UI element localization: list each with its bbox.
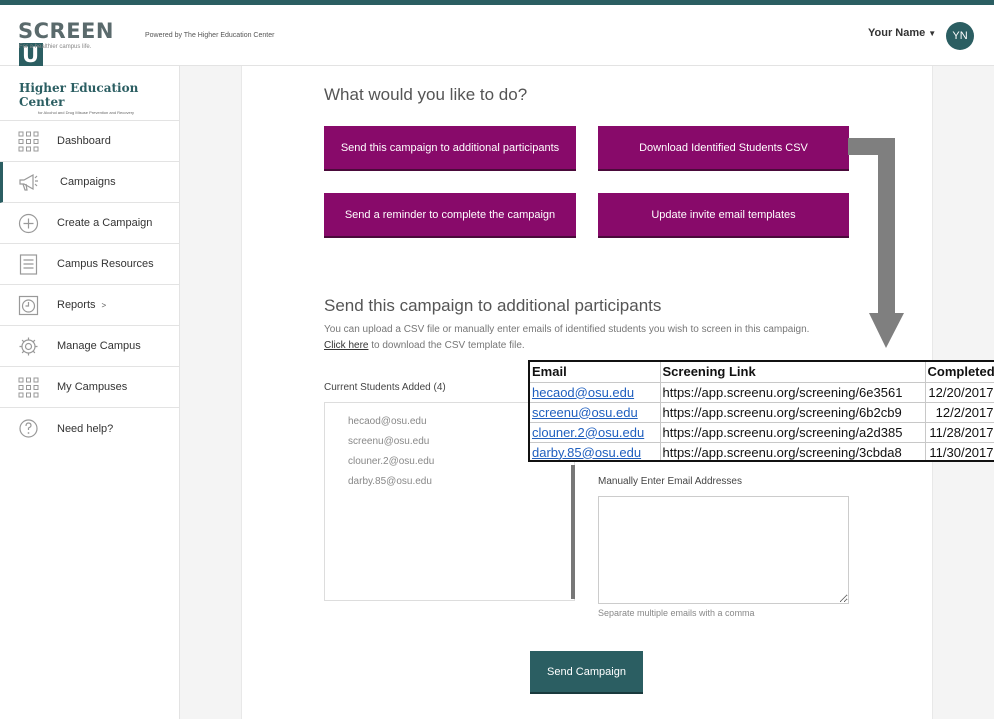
csv-template-link[interactable]: Click here [324,340,368,351]
plus-circle-icon [18,213,39,234]
link-cell: https://app.screenu.org/screening/a2d385 [660,422,926,443]
grid-icon [18,377,39,398]
list-item: darby.85@osu.edu [348,476,432,487]
sidebar-item-label: Campus Resources [57,258,154,270]
brand-name: Higher Education Center [19,81,139,109]
sidebar-item-label: Create a Campaign [57,217,153,229]
link-cell: https://app.screenu.org/screening/3cbda8 [660,442,926,460]
column-header: Completed [925,362,994,383]
logo-text: SCREENU [18,19,114,67]
caret-down-icon: ▼ [928,29,937,38]
table-row: hecaod@osu.edu https://app.screenu.org/s… [530,382,994,403]
csv-preview-table: Email Screening Link Completed hecaod@os… [528,360,994,462]
column-header: Email [530,362,661,383]
table-row: clouner.2@osu.edu https://app.screenu.or… [530,422,994,443]
send-reminder-button[interactable]: Send a reminder to complete the campaign [324,193,576,238]
date-cell: 12/2/2017 [925,402,994,423]
sidebar-item-my-campuses[interactable]: My Campuses [0,367,179,408]
chevron-right-icon: > [101,301,107,310]
date-cell: 12/20/2017 [925,382,994,403]
logo-tagline: For a healthier campus life. [19,44,92,50]
manual-email-field[interactable] [598,496,849,604]
sidebar-item-manage-campus[interactable]: Manage Campus [0,326,179,367]
user-menu[interactable]: Your Name ▼ [868,27,936,39]
sidebar-item-label: Need help? [57,422,114,435]
user-name: Your Name [868,27,926,39]
sidebar-item-campaigns[interactable]: Campaigns [0,162,179,203]
sidebar-item-reports[interactable]: Reports > [0,285,179,326]
brand-subtitle: for Alcohol and Drug Misuse Prevention a… [38,110,135,115]
gear-icon [19,337,38,356]
clock-icon [18,295,39,316]
sidebar-item-create-campaign[interactable]: Create a Campaign [0,203,179,244]
email-help-text: Separate multiple emails with a comma [598,608,755,618]
sidebar-item-label: Reports > [57,299,107,311]
question-icon [19,419,38,438]
sidebar-item-label: Campaigns [60,176,116,188]
send-additional-button[interactable]: Send this campaign to additional partici… [324,126,576,171]
powered-by-text: Powered by The Higher Education Center [145,32,275,39]
megaphone-icon [19,173,38,191]
date-cell: 11/28/2017 [925,422,994,443]
sidebar-item-campus-resources[interactable]: Campus Resources [0,244,179,285]
table-header-row: Email Screening Link Completed [530,362,994,383]
table-row: darby.85@osu.edu https://app.screenu.org… [530,442,994,460]
sidebar-item-dashboard[interactable]: Dashboard [0,121,179,162]
sidebar: Higher Education Center for Alcohol and … [0,66,180,719]
column-header: Screening Link [660,362,926,383]
grid-icon [18,131,39,152]
link-cell: https://app.screenu.org/screening/6b2cb9 [660,402,926,423]
current-students-label: Current Students Added (4) [324,382,446,393]
email-cell[interactable]: clouner.2@osu.edu [530,422,661,443]
table-row: screenu@osu.edu https://app.screenu.org/… [530,402,994,423]
link-cell: https://app.screenu.org/screening/6e3561 [660,382,926,403]
date-cell: 11/30/2017 [925,442,994,460]
left-gutter [180,66,242,719]
arrow-down-icon [848,138,904,348]
sidebar-item-label: Manage Campus [57,340,141,352]
sidebar-brand: Higher Education Center for Alcohol and … [0,66,179,121]
email-cell[interactable]: hecaod@osu.edu [530,382,661,403]
manual-email-label: Manually Enter Email Addresses [598,476,742,487]
document-icon [19,254,38,275]
email-cell[interactable]: screenu@osu.edu [530,402,661,423]
app-header: SCREENU For a healthier campus life. Pow… [0,5,994,67]
sidebar-item-label: My Campuses [57,381,128,393]
sidebar-item-label: Dashboard [57,135,111,147]
screenu-logo[interactable]: SCREENU For a healthier campus life. [18,19,122,67]
update-templates-button[interactable]: Update invite email templates [598,193,849,238]
section-heading: Send this campaign to additional partici… [324,296,662,315]
sidebar-item-need-help[interactable]: Need help? [0,408,179,449]
page-title: What would you like to do? [324,85,528,104]
download-csv-button[interactable]: Download Identified Students CSV [598,126,849,171]
email-cell[interactable]: darby.85@osu.edu [530,442,661,460]
send-campaign-button[interactable]: Send Campaign [530,651,643,694]
avatar[interactable]: YN [946,22,974,50]
list-scrollbar[interactable] [571,465,575,599]
section-description: You can upload a CSV file or manually en… [324,324,810,351]
